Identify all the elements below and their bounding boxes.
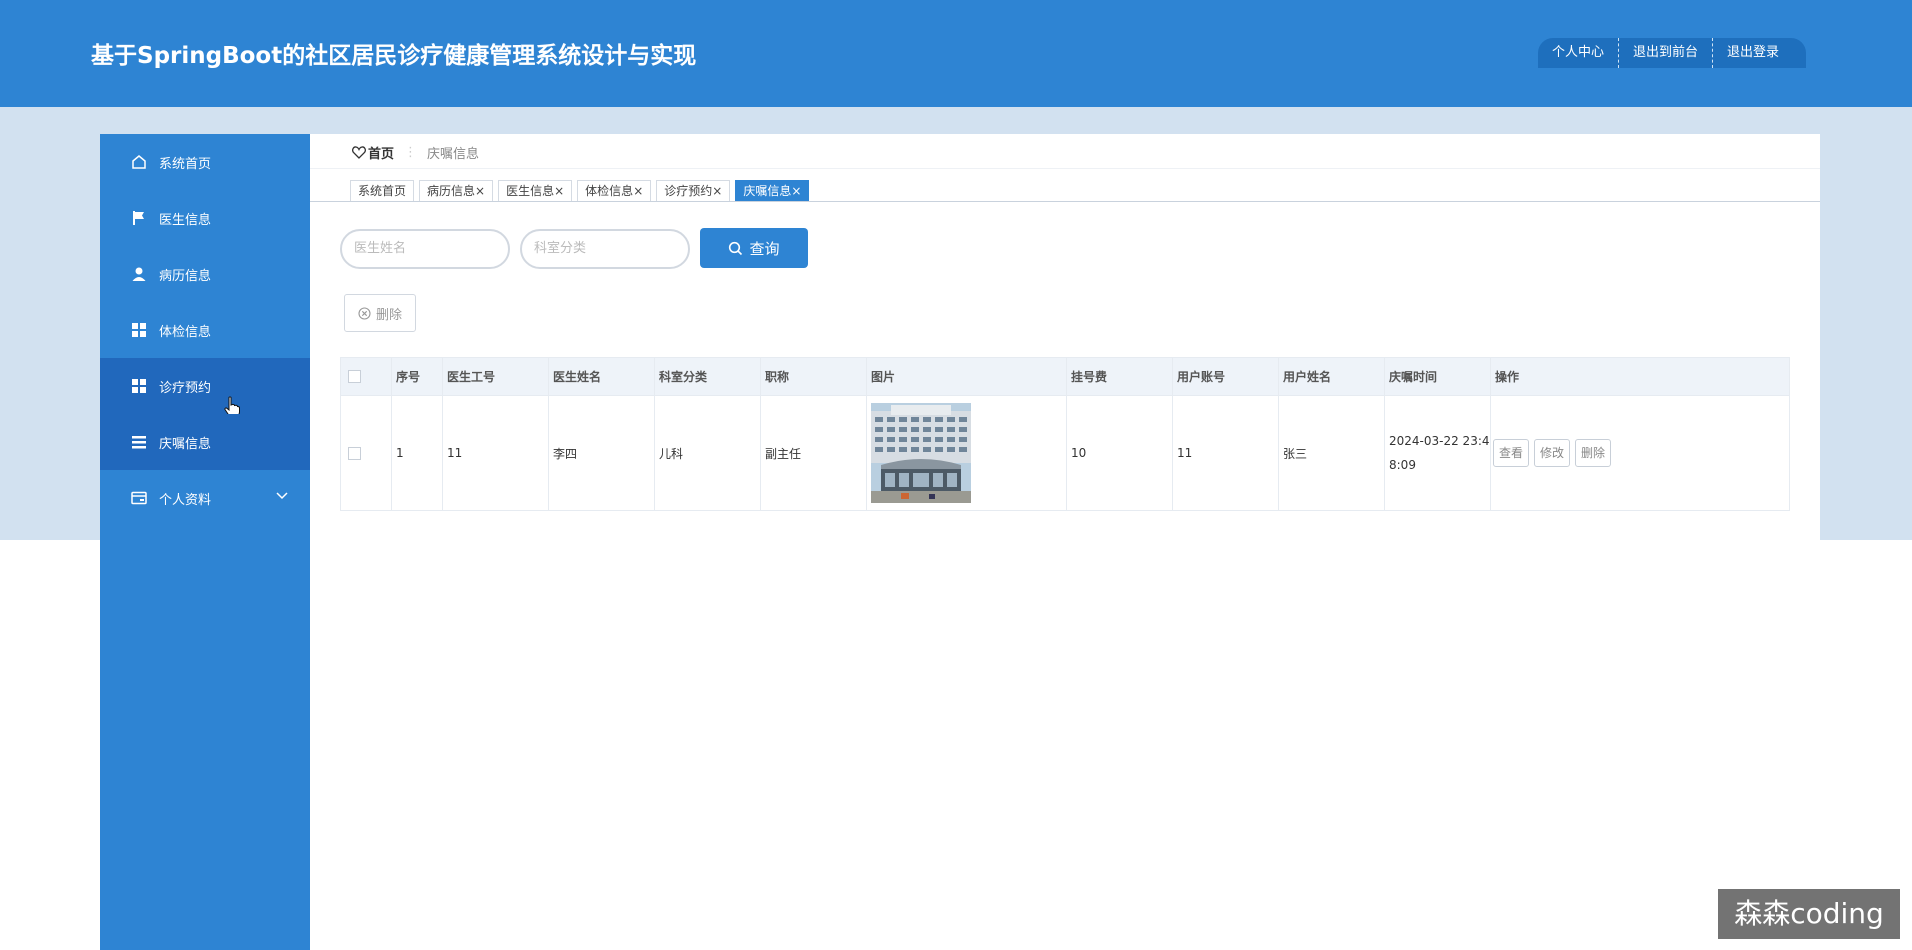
logout-link[interactable]: 退出登录	[1712, 38, 1793, 68]
close-icon[interactable]: ×	[475, 184, 485, 198]
tab-bar: 系统首页 病历信息× 医生信息× 体检信息× 诊疗预约× 庆嘱信息×	[350, 180, 814, 202]
breadcrumb-separator: ⋮	[404, 145, 418, 160]
cell-department: 儿科	[655, 396, 761, 510]
hospital-photo	[871, 403, 971, 503]
circle-close-icon	[358, 306, 371, 320]
cell-image	[867, 396, 1067, 510]
grid-icon	[131, 378, 147, 394]
sidebar-item-profile[interactable]: 个人资料	[100, 470, 310, 526]
list-icon	[131, 434, 147, 450]
close-icon[interactable]: ×	[791, 184, 801, 198]
search-button-label: 查询	[749, 239, 780, 258]
sidebar-item-doctors[interactable]: 医生信息	[100, 190, 310, 246]
column-header: 医生姓名	[549, 358, 655, 395]
view-button[interactable]: 查看	[1493, 439, 1530, 467]
tab-checkups[interactable]: 体检信息×	[577, 180, 652, 202]
tab-home[interactable]: 系统首页	[350, 180, 415, 202]
delete-button[interactable]: 删除	[1575, 439, 1612, 467]
close-icon[interactable]: ×	[633, 184, 643, 198]
edit-button[interactable]: 修改	[1534, 439, 1571, 467]
row-checkbox[interactable]	[348, 446, 361, 460]
batch-delete-button[interactable]: 删除	[344, 294, 416, 332]
sidebar-item-label: 系统首页	[159, 156, 212, 172]
watermark: 森森coding	[1718, 889, 1900, 939]
profile-center-link[interactable]: 个人中心	[1538, 38, 1618, 68]
tab-label: 系统首页	[358, 184, 407, 198]
column-header: 医生工号	[443, 358, 549, 395]
column-header: 职称	[761, 358, 867, 395]
sidebar-item-label: 诊疗预约	[159, 380, 212, 396]
sidebar-item-label: 个人资料	[159, 492, 212, 508]
cell-operations: 查看 修改 删除	[1491, 396, 1789, 510]
sidebar-item-checkups[interactable]: 体检信息	[100, 302, 310, 358]
top-actions: 个人中心 退出到前台 退出登录	[1538, 38, 1806, 68]
column-header: 挂号费	[1067, 358, 1173, 395]
sidebar-item-label: 病历信息	[159, 268, 212, 284]
user-icon	[131, 266, 147, 282]
cell-account: 11	[1173, 396, 1279, 510]
tab-label: 庆嘱信息	[743, 184, 792, 198]
flag-icon	[131, 210, 147, 226]
cell-index: 1	[392, 396, 443, 510]
cell-fee: 10	[1067, 396, 1173, 510]
tab-label: 诊疗预约	[664, 184, 713, 198]
column-header: 科室分类	[655, 358, 761, 395]
sidebar-item-label: 体检信息	[159, 324, 212, 340]
back-to-front-link[interactable]: 退出到前台	[1618, 38, 1712, 68]
time-line-1: 2024-03-22 23:4	[1389, 434, 1490, 448]
search-icon	[729, 241, 743, 255]
column-header: 用户姓名	[1279, 358, 1385, 395]
batch-delete-label: 删除	[375, 307, 402, 323]
time-line-2: 8:09	[1389, 458, 1416, 472]
sidebar-item-home[interactable]: 系统首页	[100, 134, 310, 190]
breadcrumb: 首页 ⋮ 庆嘱信息	[352, 143, 479, 162]
data-table: 序号 医生工号 医生姓名 科室分类 职称 图片 挂号费 用户账号 用户姓名 庆嘱…	[340, 357, 1790, 511]
column-header: 序号	[392, 358, 443, 395]
sidebar-item-label: 庆嘱信息	[159, 436, 212, 452]
tab-label: 体检信息	[585, 184, 634, 198]
cell-title: 副主任	[761, 396, 867, 510]
tab-doctors[interactable]: 医生信息×	[498, 180, 573, 202]
doctor-name-input[interactable]: 医生姓名	[340, 229, 510, 269]
sidebar-item-label: 医生信息	[159, 212, 212, 228]
cell-user-name: 张三	[1279, 396, 1385, 510]
tab-appointments[interactable]: 诊疗预约×	[656, 180, 731, 202]
tab-label: 病历信息	[427, 184, 476, 198]
select-all-checkbox[interactable]	[348, 370, 361, 383]
right-band	[1820, 202, 1912, 540]
search-button[interactable]: 查询	[700, 228, 808, 268]
card-icon	[131, 490, 147, 506]
table-header: 序号 医生工号 医生姓名 科室分类 职称 图片 挂号费 用户账号 用户姓名 庆嘱…	[341, 358, 1789, 396]
sidebar-item-records[interactable]: 病历信息	[100, 246, 310, 302]
sidebar-item-appointments[interactable]: 诊疗预约	[100, 358, 310, 418]
department-input[interactable]: 科室分类	[520, 229, 690, 269]
breadcrumb-home[interactable]: 首页	[368, 143, 394, 162]
top-bar: 基于SpringBoot的社区居民诊疗健康管理系统设计与实现 个人中心 退出到前…	[0, 0, 1912, 107]
cell-time: 2024-03-22 23:4 8:09	[1385, 396, 1491, 510]
divider	[310, 168, 1820, 169]
close-icon[interactable]: ×	[712, 184, 722, 198]
sidebar-item-orders[interactable]: 庆嘱信息	[100, 414, 310, 470]
column-header: 庆嘱时间	[1385, 358, 1491, 395]
close-icon[interactable]: ×	[554, 184, 564, 198]
row-select-cell	[341, 396, 392, 510]
cell-doctor-name: 李四	[549, 396, 655, 510]
column-header: 操作	[1495, 370, 1520, 384]
table-row: 1 11 李四 儿科 副主任 10 11 张三 2024-03-22 23:4 …	[341, 396, 1789, 510]
divider	[310, 201, 1820, 202]
cell-doctor-id: 11	[443, 396, 549, 510]
chevron-down-icon	[276, 492, 288, 500]
tab-label: 医生信息	[506, 184, 555, 198]
heart-icon	[352, 146, 366, 159]
column-header: 用户账号	[1173, 358, 1279, 395]
tab-orders[interactable]: 庆嘱信息×	[735, 180, 810, 202]
tab-records[interactable]: 病历信息×	[419, 180, 494, 202]
sidebar: 系统首页 医生信息 病历信息 体检信息 诊疗预约 庆嘱信息 个人资料	[100, 134, 310, 950]
header-select-cell	[341, 358, 392, 395]
grid-icon	[131, 322, 147, 338]
app-title: 基于SpringBoot的社区居民诊疗健康管理系统设计与实现	[91, 43, 697, 69]
breadcrumb-current: 庆嘱信息	[427, 147, 480, 162]
home-icon	[131, 154, 147, 170]
column-header: 图片	[867, 358, 1067, 395]
